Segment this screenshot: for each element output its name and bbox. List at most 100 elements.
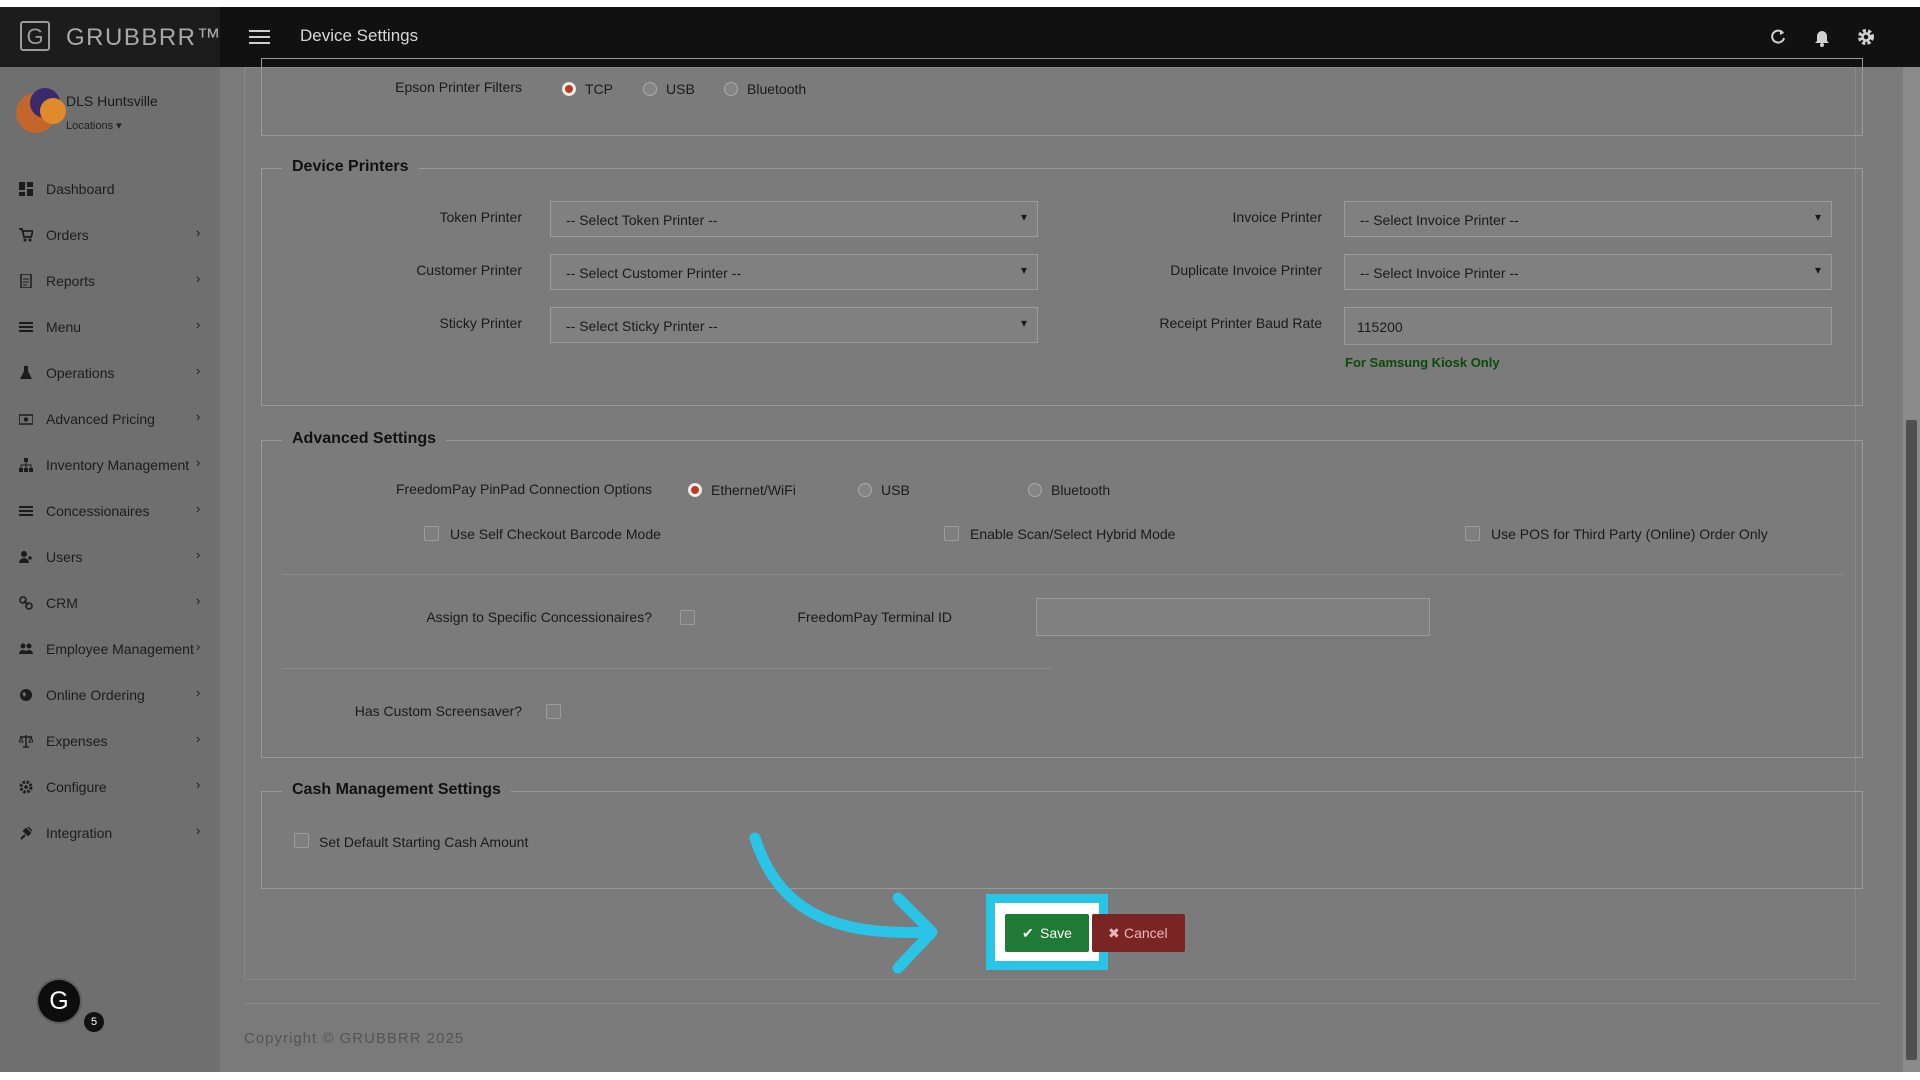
hamburger-icon[interactable] (249, 30, 270, 45)
caret-down-icon: ▾ (116, 120, 122, 132)
sidebar-item-orders[interactable]: Orders › (0, 216, 220, 256)
hybrid-mode-label: Enable Scan/Select Hybrid Mode (970, 526, 1176, 542)
default-cash-checkbox[interactable] (294, 833, 309, 848)
location-name: DLS Huntsville (66, 93, 158, 109)
list-icon (19, 506, 33, 516)
printer-filter-section: Epson Printer Filters TCP USB Bluetooth (261, 58, 1863, 136)
scrollbar-thumb[interactable] (1906, 420, 1917, 1060)
cash-management-title: Cash Management Settings (282, 781, 511, 799)
top-border (0, 0, 1920, 7)
baud-rate-input[interactable]: 115200 (1344, 307, 1832, 345)
epson-bluetooth-radio[interactable] (724, 82, 738, 96)
epson-tcp-label: TCP (585, 81, 613, 97)
divider (282, 668, 1052, 669)
samsung-kiosk-note: For Samsung Kiosk Only (1345, 355, 1500, 370)
sidebar-item-operations[interactable]: Operations › (0, 354, 220, 394)
check-icon: ✔ (1022, 925, 1034, 941)
epson-usb-label: USB (666, 81, 695, 97)
chevron-right-icon: › (196, 547, 201, 562)
baud-rate-label: Receipt Printer Baud Rate (1159, 315, 1322, 331)
sidebar-item-crm[interactable]: CRM › (0, 584, 220, 624)
tutorial-arrow-icon (749, 832, 938, 974)
pinpad-ethernet-radio[interactable] (688, 483, 702, 497)
logo-circle-orange (40, 98, 66, 124)
sidebar-item-menu[interactable]: Menu › (0, 308, 220, 348)
page-title: Device Settings (300, 26, 419, 45)
sidebar-item-expenses[interactable]: Expenses › (0, 722, 220, 762)
sidebar-item-users[interactable]: Users › (0, 538, 220, 578)
custom-screensaver-checkbox[interactable] (546, 704, 561, 719)
duplicate-invoice-printer-select[interactable]: -- Select Invoice Printer -- ▾ (1344, 254, 1832, 290)
chevron-down-icon: ▾ (1814, 263, 1821, 277)
pinpad-usb-radio[interactable] (858, 483, 872, 497)
chevron-right-icon: › (196, 777, 201, 792)
sidebar-item-employee-management[interactable]: Employee Management › (0, 630, 220, 670)
chevron-right-icon: › (196, 409, 201, 424)
bell-icon[interactable] (1812, 27, 1832, 47)
sidebar-item-configure[interactable]: Configure › (0, 768, 220, 808)
refresh-icon[interactable] (1768, 27, 1788, 47)
hybrid-mode-checkbox[interactable] (944, 526, 959, 541)
sidebar-item-label: Advanced Pricing (46, 411, 155, 427)
terminal-id-label: FreedomPay Terminal ID (797, 609, 952, 625)
third-party-label: Use POS for Third Party (Online) Order O… (1491, 526, 1768, 542)
advanced-settings-title: Advanced Settings (282, 430, 447, 448)
sidebar-item-label: Reports (46, 273, 96, 289)
pinpad-bluetooth-radio[interactable] (1028, 483, 1042, 497)
third-party-checkbox[interactable] (1465, 526, 1480, 541)
epson-usb-radio[interactable] (643, 82, 657, 96)
customer-printer-select[interactable]: -- Select Customer Printer -- ▾ (550, 254, 1038, 290)
pinpad-bluetooth-label: Bluetooth (1051, 482, 1111, 498)
save-button[interactable]: ✔ Save (1005, 914, 1089, 952)
user-plus-icon (19, 551, 32, 563)
chevron-right-icon: › (196, 455, 201, 470)
users-icon (19, 643, 33, 654)
dashboard-icon (19, 182, 33, 196)
baud-rate-value: 115200 (1357, 319, 1403, 335)
footer-divider (244, 1003, 1880, 1004)
sidebar-item-label: Concessionaires (46, 503, 150, 519)
pinpad-connection-label: FreedomPay PinPad Connection Options (395, 481, 652, 497)
save-label: Save (1040, 925, 1072, 941)
sidebar-item-advanced-pricing[interactable]: Advanced Pricing › (0, 400, 220, 440)
invoice-printer-label: Invoice Printer (1232, 209, 1322, 225)
sticky-printer-value: -- Select Sticky Printer -- (566, 318, 718, 334)
list-icon (19, 322, 33, 332)
chevron-right-icon: › (196, 685, 201, 700)
chevron-down-icon: ▾ (1020, 210, 1027, 224)
sidebar-item-integration[interactable]: Integration › (0, 814, 220, 854)
sidebar-item-label: Dashboard (46, 181, 115, 197)
sidebar-item-online-ordering[interactable]: Online Ordering › (0, 676, 220, 716)
locations-dropdown[interactable]: Locations ▾ (66, 119, 122, 132)
brand-logo-icon: G (20, 21, 50, 51)
bottom-border (0, 1072, 1920, 1080)
sidebar-item-label: Online Ordering (46, 687, 145, 703)
link-icon (19, 596, 33, 610)
cancel-button[interactable]: ✖ Cancel (1092, 914, 1185, 952)
device-settings-card: Epson Printer Filters TCP USB Bluetooth … (244, 58, 1863, 980)
pinpad-usb-label: USB (881, 482, 910, 498)
chevron-down-icon: ▾ (1020, 263, 1027, 277)
brand[interactable]: G GRUBBRR™ (0, 7, 221, 67)
grammarly-icon[interactable]: G (38, 980, 80, 1022)
sidebar-item-reports[interactable]: Reports › (0, 262, 220, 302)
epson-tcp-radio[interactable] (562, 82, 576, 96)
self-checkout-label: Use Self Checkout Barcode Mode (450, 526, 661, 542)
sidebar-item-inventory-management[interactable]: Inventory Management › (0, 446, 220, 486)
sitemap-icon (19, 458, 33, 472)
sidebar-item-concessionaires[interactable]: Concessionaires › (0, 492, 220, 532)
gear-icon[interactable] (1856, 27, 1876, 47)
chevron-right-icon: › (196, 271, 201, 286)
report-icon (20, 274, 32, 288)
sidebar-item-dashboard[interactable]: Dashboard (0, 170, 220, 210)
self-checkout-checkbox[interactable] (424, 526, 439, 541)
chevron-right-icon: › (196, 639, 201, 654)
cash-management-section: Cash Management Settings Set Default Sta… (261, 781, 1863, 889)
device-printers-section: Device Printers Token Printer -- Select … (261, 158, 1863, 406)
terminal-id-input[interactable] (1036, 598, 1430, 636)
assign-concessionaires-checkbox[interactable] (680, 610, 695, 625)
chevron-right-icon: › (196, 225, 201, 240)
token-printer-select[interactable]: -- Select Token Printer -- ▾ (550, 201, 1038, 237)
sticky-printer-select[interactable]: -- Select Sticky Printer -- ▾ (550, 307, 1038, 343)
invoice-printer-select[interactable]: -- Select Invoice Printer -- ▾ (1344, 201, 1832, 237)
